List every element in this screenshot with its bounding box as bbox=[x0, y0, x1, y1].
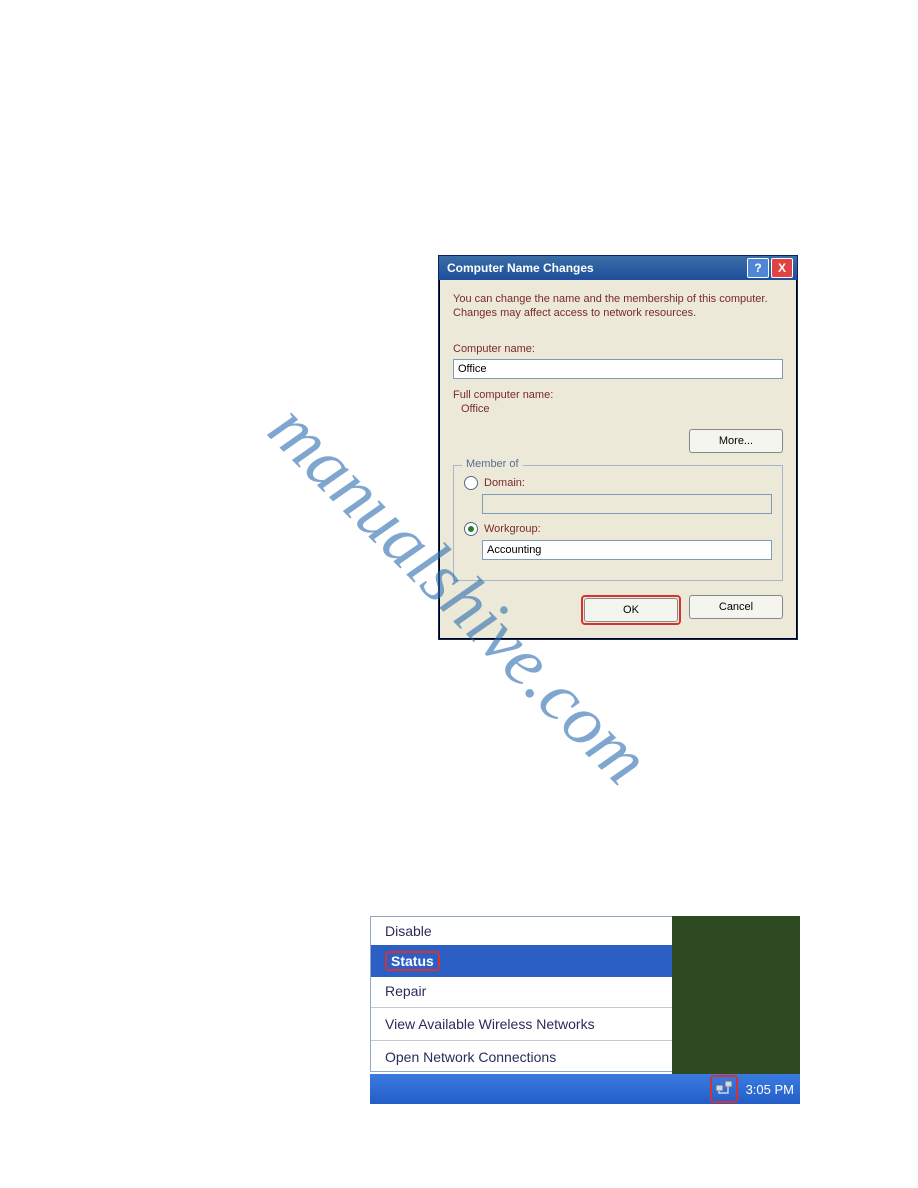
close-icon[interactable]: X bbox=[771, 258, 793, 278]
ok-highlight: OK bbox=[581, 595, 681, 625]
taskbar: 3:05 PM bbox=[370, 1074, 800, 1104]
member-of-legend: Member of bbox=[462, 458, 523, 470]
dialog-title: Computer Name Changes bbox=[443, 261, 745, 275]
menu-item-repair[interactable]: Repair bbox=[371, 977, 673, 1005]
taskbar-clock: 3:05 PM bbox=[746, 1082, 794, 1097]
full-computer-name-value: Office bbox=[453, 403, 783, 415]
menu-item-open-connections[interactable]: Open Network Connections bbox=[371, 1043, 673, 1071]
systray-contextmenu-figure: Disable Status Repair View Available Wir… bbox=[370, 916, 800, 1104]
menu-separator bbox=[371, 1040, 673, 1041]
full-computer-name-label: Full computer name: bbox=[453, 389, 783, 401]
help-icon[interactable]: ? bbox=[747, 258, 769, 278]
workgroup-input[interactable] bbox=[482, 540, 772, 560]
network-tray-icon[interactable] bbox=[714, 1078, 734, 1096]
domain-label: Domain: bbox=[484, 477, 525, 489]
menu-item-disable[interactable]: Disable bbox=[371, 917, 673, 945]
domain-input[interactable] bbox=[482, 494, 772, 514]
dialog-description: You can change the name and the membersh… bbox=[453, 292, 783, 321]
dialog-titlebar[interactable]: Computer Name Changes ? X bbox=[439, 256, 797, 280]
workgroup-radio[interactable] bbox=[464, 522, 478, 536]
cancel-button[interactable]: Cancel bbox=[689, 595, 783, 619]
menu-item-wireless[interactable]: View Available Wireless Networks bbox=[371, 1010, 673, 1038]
status-highlight: Status bbox=[385, 951, 440, 971]
computer-name-changes-dialog: Computer Name Changes ? X You can change… bbox=[438, 255, 798, 640]
network-icon-highlight bbox=[710, 1075, 738, 1103]
computer-name-input[interactable] bbox=[453, 359, 783, 379]
computer-name-label: Computer name: bbox=[453, 343, 783, 355]
workgroup-label: Workgroup: bbox=[484, 523, 541, 535]
more-button[interactable]: More... bbox=[689, 429, 783, 453]
member-of-group: Member of Domain: Workgroup: bbox=[453, 465, 783, 581]
menu-item-status[interactable]: Status bbox=[371, 945, 673, 977]
network-context-menu: Disable Status Repair View Available Wir… bbox=[370, 916, 674, 1072]
menu-separator bbox=[371, 1007, 673, 1008]
ok-button[interactable]: OK bbox=[584, 598, 678, 622]
domain-radio[interactable] bbox=[464, 476, 478, 490]
